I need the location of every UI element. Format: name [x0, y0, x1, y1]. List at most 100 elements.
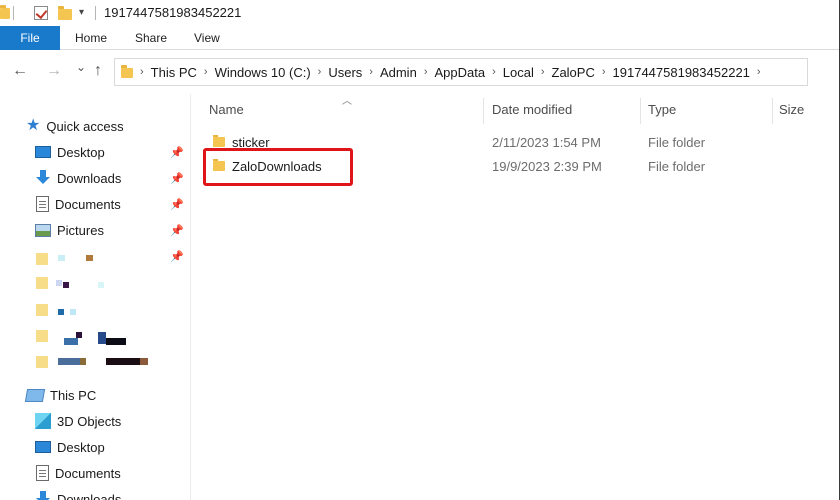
sidebar-item-desktop[interactable]: Desktop: [35, 141, 105, 163]
column-header-name[interactable]: Name: [209, 102, 244, 117]
breadcrumb-local[interactable]: Local: [503, 65, 534, 80]
sidebar-item-label: Quick access: [46, 118, 124, 134]
pin-icon[interactable]: 📌: [170, 146, 184, 159]
column-header-date-modified[interactable]: Date modified: [492, 102, 572, 117]
sidebar-item-pc-downloads[interactable]: Downloads: [35, 488, 121, 500]
column-header-type[interactable]: Type: [648, 102, 676, 117]
breadcrumb-this-pc[interactable]: This PC: [151, 65, 197, 80]
pin-icon[interactable]: 📌: [170, 172, 184, 185]
tab-share[interactable]: Share: [135, 31, 167, 45]
pixel-block: [63, 282, 69, 288]
pin-icon[interactable]: 📌: [170, 198, 184, 211]
folder-icon: [0, 5, 10, 19]
navigation-pane: ★ Quick access Desktop 📌 Downloads 📌 Doc…: [0, 94, 190, 500]
pin-icon[interactable]: 📌: [170, 250, 184, 263]
breadcrumb-users[interactable]: Users: [328, 65, 362, 80]
file-date-modified: 19/9/2023 2:39 PM: [492, 159, 602, 174]
highlight-box: [203, 148, 353, 186]
sidebar-item-3d-objects[interactable]: 3D Objects: [35, 410, 121, 432]
obscured-folder-item[interactable]: [36, 304, 176, 318]
obscured-folder-item[interactable]: [36, 277, 176, 291]
chevron-right-icon[interactable]: ›: [602, 66, 606, 78]
tab-file[interactable]: File: [0, 26, 60, 50]
pixel-block: [140, 358, 148, 365]
3d-objects-icon: [35, 413, 51, 429]
file-type: File folder: [648, 159, 706, 174]
chevron-right-icon[interactable]: ›: [318, 66, 322, 78]
folder-icon: [213, 135, 225, 147]
sidebar-item-label: Documents: [55, 196, 121, 212]
folder-icon: [36, 277, 48, 289]
pixel-block: [80, 358, 86, 365]
folder-icon: [36, 330, 48, 342]
breadcrumb-windows-drive[interactable]: Windows 10 (C:): [215, 65, 311, 80]
pixel-block: [86, 255, 93, 261]
sidebar-item-pc-documents[interactable]: Documents: [36, 462, 121, 484]
breadcrumb-zalopc[interactable]: ZaloPC: [552, 65, 595, 80]
properties-check-icon[interactable]: [34, 6, 48, 20]
navigation-bar: ← → ⌄ ↑ › This PC › Windows 10 (C:) › Us…: [0, 50, 839, 94]
sidebar-item-label: Desktop: [57, 144, 105, 160]
forward-icon[interactable]: →: [46, 62, 62, 80]
sidebar-item-label: Downloads: [57, 170, 122, 186]
back-icon[interactable]: ←: [12, 62, 28, 80]
sidebar-item-quick-access[interactable]: ★ Quick access: [26, 115, 124, 137]
column-header-size[interactable]: Size: [779, 102, 804, 117]
chevron-right-icon[interactable]: ›: [204, 66, 208, 78]
tab-home[interactable]: Home: [75, 31, 107, 45]
title-bar: ▾ 1917447581983452221: [0, 0, 839, 26]
documents-icon: [36, 465, 49, 481]
sidebar-item-downloads[interactable]: Downloads: [35, 167, 121, 189]
quick-access-toolbar-dropdown-icon[interactable]: ▾: [79, 7, 84, 18]
column-divider[interactable]: [640, 98, 641, 124]
sidebar-item-pictures[interactable]: Pictures: [35, 219, 104, 241]
chevron-right-icon[interactable]: ›: [541, 66, 545, 78]
separator: [13, 6, 14, 20]
pixel-block: [64, 338, 78, 345]
pixel-block: [98, 282, 104, 288]
file-date-modified: 2/11/2023 1:54 PM: [492, 135, 601, 150]
new-folder-icon[interactable]: [58, 6, 72, 20]
sidebar-item-label: Downloads: [57, 491, 122, 500]
window-title: 1917447581983452221: [104, 5, 242, 20]
chevron-right-icon[interactable]: ›: [424, 66, 428, 78]
chevron-right-icon[interactable]: ›: [369, 66, 373, 78]
sort-ascending-icon: ︿: [342, 96, 352, 107]
folder-icon: [36, 356, 48, 368]
up-icon[interactable]: ↑: [94, 62, 102, 80]
column-divider[interactable]: [483, 98, 484, 124]
pixel-block: [58, 358, 80, 365]
breadcrumb-current-folder[interactable]: 1917447581983452221: [613, 65, 750, 80]
sidebar-item-label: Desktop: [57, 439, 105, 455]
downloads-icon: [35, 170, 51, 186]
recent-locations-icon[interactable]: ⌄: [76, 60, 86, 74]
sidebar-item-documents[interactable]: Documents: [36, 193, 121, 215]
tab-view[interactable]: View: [194, 31, 220, 45]
pixel-block: [76, 332, 82, 338]
chevron-right-icon[interactable]: ›: [492, 66, 496, 78]
sidebar-item-label: Documents: [55, 465, 121, 481]
address-bar[interactable]: › This PC › Windows 10 (C:) › Users › Ad…: [114, 58, 808, 86]
folder-icon: [36, 253, 48, 265]
sidebar-item-label: 3D Objects: [57, 413, 122, 429]
folder-icon: [121, 65, 133, 78]
pin-icon[interactable]: 📌: [170, 224, 184, 237]
obscured-folder-item[interactable]: [36, 330, 176, 345]
obscured-folder-item[interactable]: [36, 356, 176, 370]
sidebar-item-label: This PC: [50, 387, 97, 403]
pictures-icon: [35, 223, 51, 237]
column-divider[interactable]: [772, 98, 773, 124]
breadcrumb-admin[interactable]: Admin: [380, 65, 417, 80]
downloads-icon: [35, 491, 51, 500]
chevron-right-icon[interactable]: ›: [140, 66, 144, 78]
pixel-block: [56, 280, 62, 286]
breadcrumb-appdata[interactable]: AppData: [434, 65, 485, 80]
sidebar-item-this-pc[interactable]: This PC: [24, 384, 97, 406]
sidebar-item-pc-desktop[interactable]: Desktop: [35, 436, 105, 458]
file-type: File folder: [648, 135, 706, 150]
obscured-folder-item[interactable]: [36, 253, 176, 267]
file-explorer-window: ▾ 1917447581983452221 File Home Share Vi…: [0, 0, 840, 500]
pixel-block: [58, 309, 64, 315]
folder-icon: [36, 304, 48, 316]
chevron-right-icon[interactable]: ›: [757, 66, 761, 78]
